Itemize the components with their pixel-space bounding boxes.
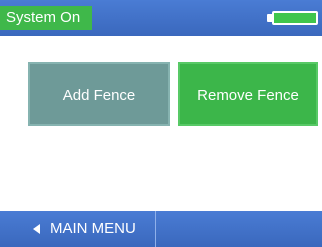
main-menu-label: MAIN MENU [50,220,136,237]
main-menu-button[interactable]: MAIN MENU [0,211,156,247]
add-fence-button[interactable]: Add Fence [28,62,170,126]
remove-fence-button[interactable]: Remove Fence [178,62,318,126]
system-status-label: System On [0,6,93,30]
bottom-nav-bar: MAIN MENU [0,211,322,247]
battery-icon [272,11,318,25]
main-content: Add Fence Remove Fence [0,36,322,211]
back-arrow-icon [33,224,40,234]
device-screen: System On Add Fence Remove Fence MAIN ME… [0,0,322,247]
status-bar: System On [0,0,322,36]
